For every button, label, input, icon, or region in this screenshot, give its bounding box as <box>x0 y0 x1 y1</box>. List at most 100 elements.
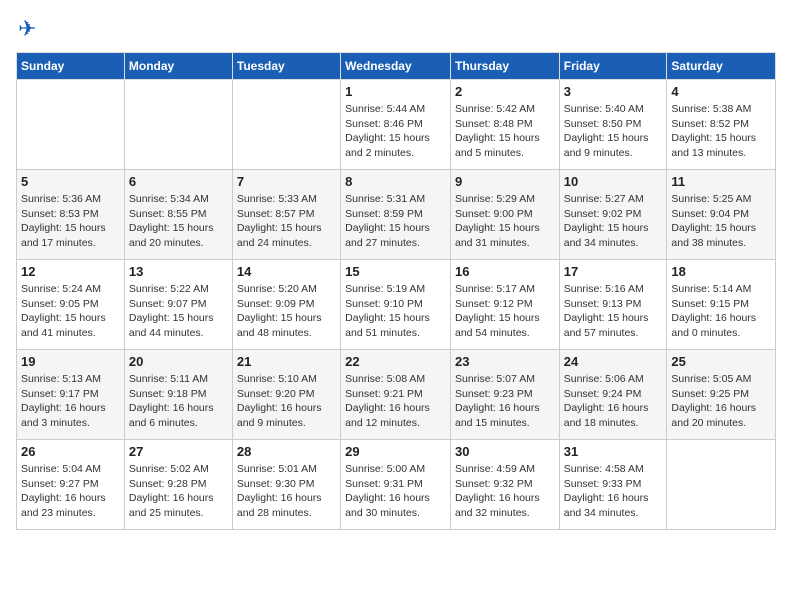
calendar-cell: 12 Sunrise: 5:24 AM Sunset: 9:05 PM Dayli… <box>17 260 125 350</box>
calendar-cell <box>667 440 776 530</box>
calendar-cell: 24 Sunrise: 5:06 AM Sunset: 9:24 PM Dayli… <box>559 350 667 440</box>
day-number: 10 <box>564 174 663 189</box>
calendar-cell: 22 Sunrise: 5:08 AM Sunset: 9:21 PM Dayli… <box>341 350 451 440</box>
day-number: 19 <box>21 354 120 369</box>
day-number: 29 <box>345 444 446 459</box>
calendar-cell: 5Sunrise: 5:36 AM Sunset: 8:53 PM Daylig… <box>17 170 125 260</box>
day-number: 23 <box>455 354 555 369</box>
day-info: Sunrise: 5:27 AM Sunset: 9:02 PM Dayligh… <box>564 192 663 251</box>
calendar-cell: 2 Sunrise: 5:42 AM Sunset: 8:48 PM Daylig… <box>450 80 559 170</box>
column-header-monday: Monday <box>124 53 232 80</box>
calendar-cell: 29 Sunrise: 5:00 AM Sunset: 9:31 PM Dayli… <box>341 440 451 530</box>
calendar-table: SundayMondayTuesdayWednesdayThursdayFrid… <box>16 52 776 530</box>
day-number: 8 <box>345 174 446 189</box>
day-number: 22 <box>345 354 446 369</box>
calendar-cell: 8 Sunrise: 5:31 AM Sunset: 8:59 PM Daylig… <box>341 170 451 260</box>
calendar-cell: 10 Sunrise: 5:27 AM Sunset: 9:02 PM Dayli… <box>559 170 667 260</box>
calendar-cell: 18Sunrise: 5:14 AM Sunset: 9:15 PM Dayli… <box>667 260 776 350</box>
day-info: Sunrise: 5:02 AM Sunset: 9:28 PM Dayligh… <box>129 462 228 521</box>
day-number: 31 <box>564 444 663 459</box>
day-info: Sunrise: 5:22 AM Sunset: 9:07 PM Dayligh… <box>129 282 228 341</box>
calendar-cell: 15Sunrise: 5:19 AM Sunset: 9:10 PM Dayli… <box>341 260 451 350</box>
calendar-cell: 4Sunrise: 5:38 AM Sunset: 8:52 PM Daylig… <box>667 80 776 170</box>
calendar-cell: 21Sunrise: 5:10 AM Sunset: 9:20 PM Dayli… <box>232 350 340 440</box>
calendar-cell: 11 Sunrise: 5:25 AM Sunset: 9:04 PM Dayli… <box>667 170 776 260</box>
calendar-cell: 23Sunrise: 5:07 AM Sunset: 9:23 PM Dayli… <box>450 350 559 440</box>
calendar-cell: 31 Sunrise: 4:58 AM Sunset: 9:33 PM Dayli… <box>559 440 667 530</box>
calendar-cell: 30 Sunrise: 4:59 AM Sunset: 9:32 PM Dayli… <box>450 440 559 530</box>
calendar-cell <box>232 80 340 170</box>
calendar-header-row: SundayMondayTuesdayWednesdayThursdayFrid… <box>17 53 776 80</box>
calendar-week-row: 26 Sunrise: 5:04 AM Sunset: 9:27 PM Dayli… <box>17 440 776 530</box>
day-number: 30 <box>455 444 555 459</box>
day-info: Sunrise: 5:25 AM Sunset: 9:04 PM Dayligh… <box>671 192 771 251</box>
calendar-week-row: 5Sunrise: 5:36 AM Sunset: 8:53 PM Daylig… <box>17 170 776 260</box>
calendar-cell <box>124 80 232 170</box>
day-info: Sunrise: 5:10 AM Sunset: 9:20 PM Dayligh… <box>237 372 336 431</box>
calendar-week-row: 12 Sunrise: 5:24 AM Sunset: 9:05 PM Dayli… <box>17 260 776 350</box>
day-number: 13 <box>129 264 228 279</box>
page-header: ✈ <box>16 16 776 42</box>
day-number: 11 <box>671 174 771 189</box>
calendar-cell: 17Sunrise: 5:16 AM Sunset: 9:13 PM Dayli… <box>559 260 667 350</box>
day-info: Sunrise: 5:11 AM Sunset: 9:18 PM Dayligh… <box>129 372 228 431</box>
calendar-cell: 7 Sunrise: 5:33 AM Sunset: 8:57 PM Daylig… <box>232 170 340 260</box>
day-info: Sunrise: 5:19 AM Sunset: 9:10 PM Dayligh… <box>345 282 446 341</box>
column-header-wednesday: Wednesday <box>341 53 451 80</box>
day-info: Sunrise: 5:33 AM Sunset: 8:57 PM Dayligh… <box>237 192 336 251</box>
day-number: 28 <box>237 444 336 459</box>
logo-bird-icon: ✈ <box>18 16 36 42</box>
day-number: 2 <box>455 84 555 99</box>
day-info: Sunrise: 5:38 AM Sunset: 8:52 PM Dayligh… <box>671 102 771 161</box>
day-number: 3 <box>564 84 663 99</box>
day-number: 27 <box>129 444 228 459</box>
day-number: 9 <box>455 174 555 189</box>
calendar-cell: 14Sunrise: 5:20 AM Sunset: 9:09 PM Dayli… <box>232 260 340 350</box>
day-info: Sunrise: 5:13 AM Sunset: 9:17 PM Dayligh… <box>21 372 120 431</box>
calendar-cell: 6Sunrise: 5:34 AM Sunset: 8:55 PM Daylig… <box>124 170 232 260</box>
column-header-tuesday: Tuesday <box>232 53 340 80</box>
calendar-week-row: 1 Sunrise: 5:44 AM Sunset: 8:46 PM Daylig… <box>17 80 776 170</box>
day-number: 26 <box>21 444 120 459</box>
calendar-cell: 25 Sunrise: 5:05 AM Sunset: 9:25 PM Dayli… <box>667 350 776 440</box>
day-info: Sunrise: 5:40 AM Sunset: 8:50 PM Dayligh… <box>564 102 663 161</box>
calendar-cell: 26 Sunrise: 5:04 AM Sunset: 9:27 PM Dayli… <box>17 440 125 530</box>
calendar-cell: 28 Sunrise: 5:01 AM Sunset: 9:30 PM Dayli… <box>232 440 340 530</box>
day-info: Sunrise: 5:44 AM Sunset: 8:46 PM Dayligh… <box>345 102 446 161</box>
day-number: 18 <box>671 264 771 279</box>
day-info: Sunrise: 5:05 AM Sunset: 9:25 PM Dayligh… <box>671 372 771 431</box>
day-number: 24 <box>564 354 663 369</box>
day-number: 20 <box>129 354 228 369</box>
calendar-cell: 27 Sunrise: 5:02 AM Sunset: 9:28 PM Dayli… <box>124 440 232 530</box>
day-info: Sunrise: 4:59 AM Sunset: 9:32 PM Dayligh… <box>455 462 555 521</box>
day-number: 6 <box>129 174 228 189</box>
calendar-cell: 3 Sunrise: 5:40 AM Sunset: 8:50 PM Daylig… <box>559 80 667 170</box>
day-info: Sunrise: 5:06 AM Sunset: 9:24 PM Dayligh… <box>564 372 663 431</box>
day-number: 12 <box>21 264 120 279</box>
day-number: 25 <box>671 354 771 369</box>
day-number: 1 <box>345 84 446 99</box>
calendar-cell: 19 Sunrise: 5:13 AM Sunset: 9:17 PM Dayli… <box>17 350 125 440</box>
column-header-friday: Friday <box>559 53 667 80</box>
day-info: Sunrise: 5:20 AM Sunset: 9:09 PM Dayligh… <box>237 282 336 341</box>
day-info: Sunrise: 5:31 AM Sunset: 8:59 PM Dayligh… <box>345 192 446 251</box>
day-info: Sunrise: 5:00 AM Sunset: 9:31 PM Dayligh… <box>345 462 446 521</box>
day-number: 5 <box>21 174 120 189</box>
day-info: Sunrise: 5:04 AM Sunset: 9:27 PM Dayligh… <box>21 462 120 521</box>
column-header-thursday: Thursday <box>450 53 559 80</box>
day-info: Sunrise: 5:29 AM Sunset: 9:00 PM Dayligh… <box>455 192 555 251</box>
logo: ✈ <box>16 16 36 42</box>
calendar-cell: 9 Sunrise: 5:29 AM Sunset: 9:00 PM Daylig… <box>450 170 559 260</box>
day-info: Sunrise: 4:58 AM Sunset: 9:33 PM Dayligh… <box>564 462 663 521</box>
day-number: 7 <box>237 174 336 189</box>
calendar-cell: 13 Sunrise: 5:22 AM Sunset: 9:07 PM Dayli… <box>124 260 232 350</box>
day-info: Sunrise: 5:16 AM Sunset: 9:13 PM Dayligh… <box>564 282 663 341</box>
day-info: Sunrise: 5:17 AM Sunset: 9:12 PM Dayligh… <box>455 282 555 341</box>
calendar-cell: 20 Sunrise: 5:11 AM Sunset: 9:18 PM Dayli… <box>124 350 232 440</box>
day-info: Sunrise: 5:01 AM Sunset: 9:30 PM Dayligh… <box>237 462 336 521</box>
day-info: Sunrise: 5:08 AM Sunset: 9:21 PM Dayligh… <box>345 372 446 431</box>
column-header-saturday: Saturday <box>667 53 776 80</box>
day-info: Sunrise: 5:24 AM Sunset: 9:05 PM Dayligh… <box>21 282 120 341</box>
day-info: Sunrise: 5:42 AM Sunset: 8:48 PM Dayligh… <box>455 102 555 161</box>
calendar-week-row: 19 Sunrise: 5:13 AM Sunset: 9:17 PM Dayli… <box>17 350 776 440</box>
